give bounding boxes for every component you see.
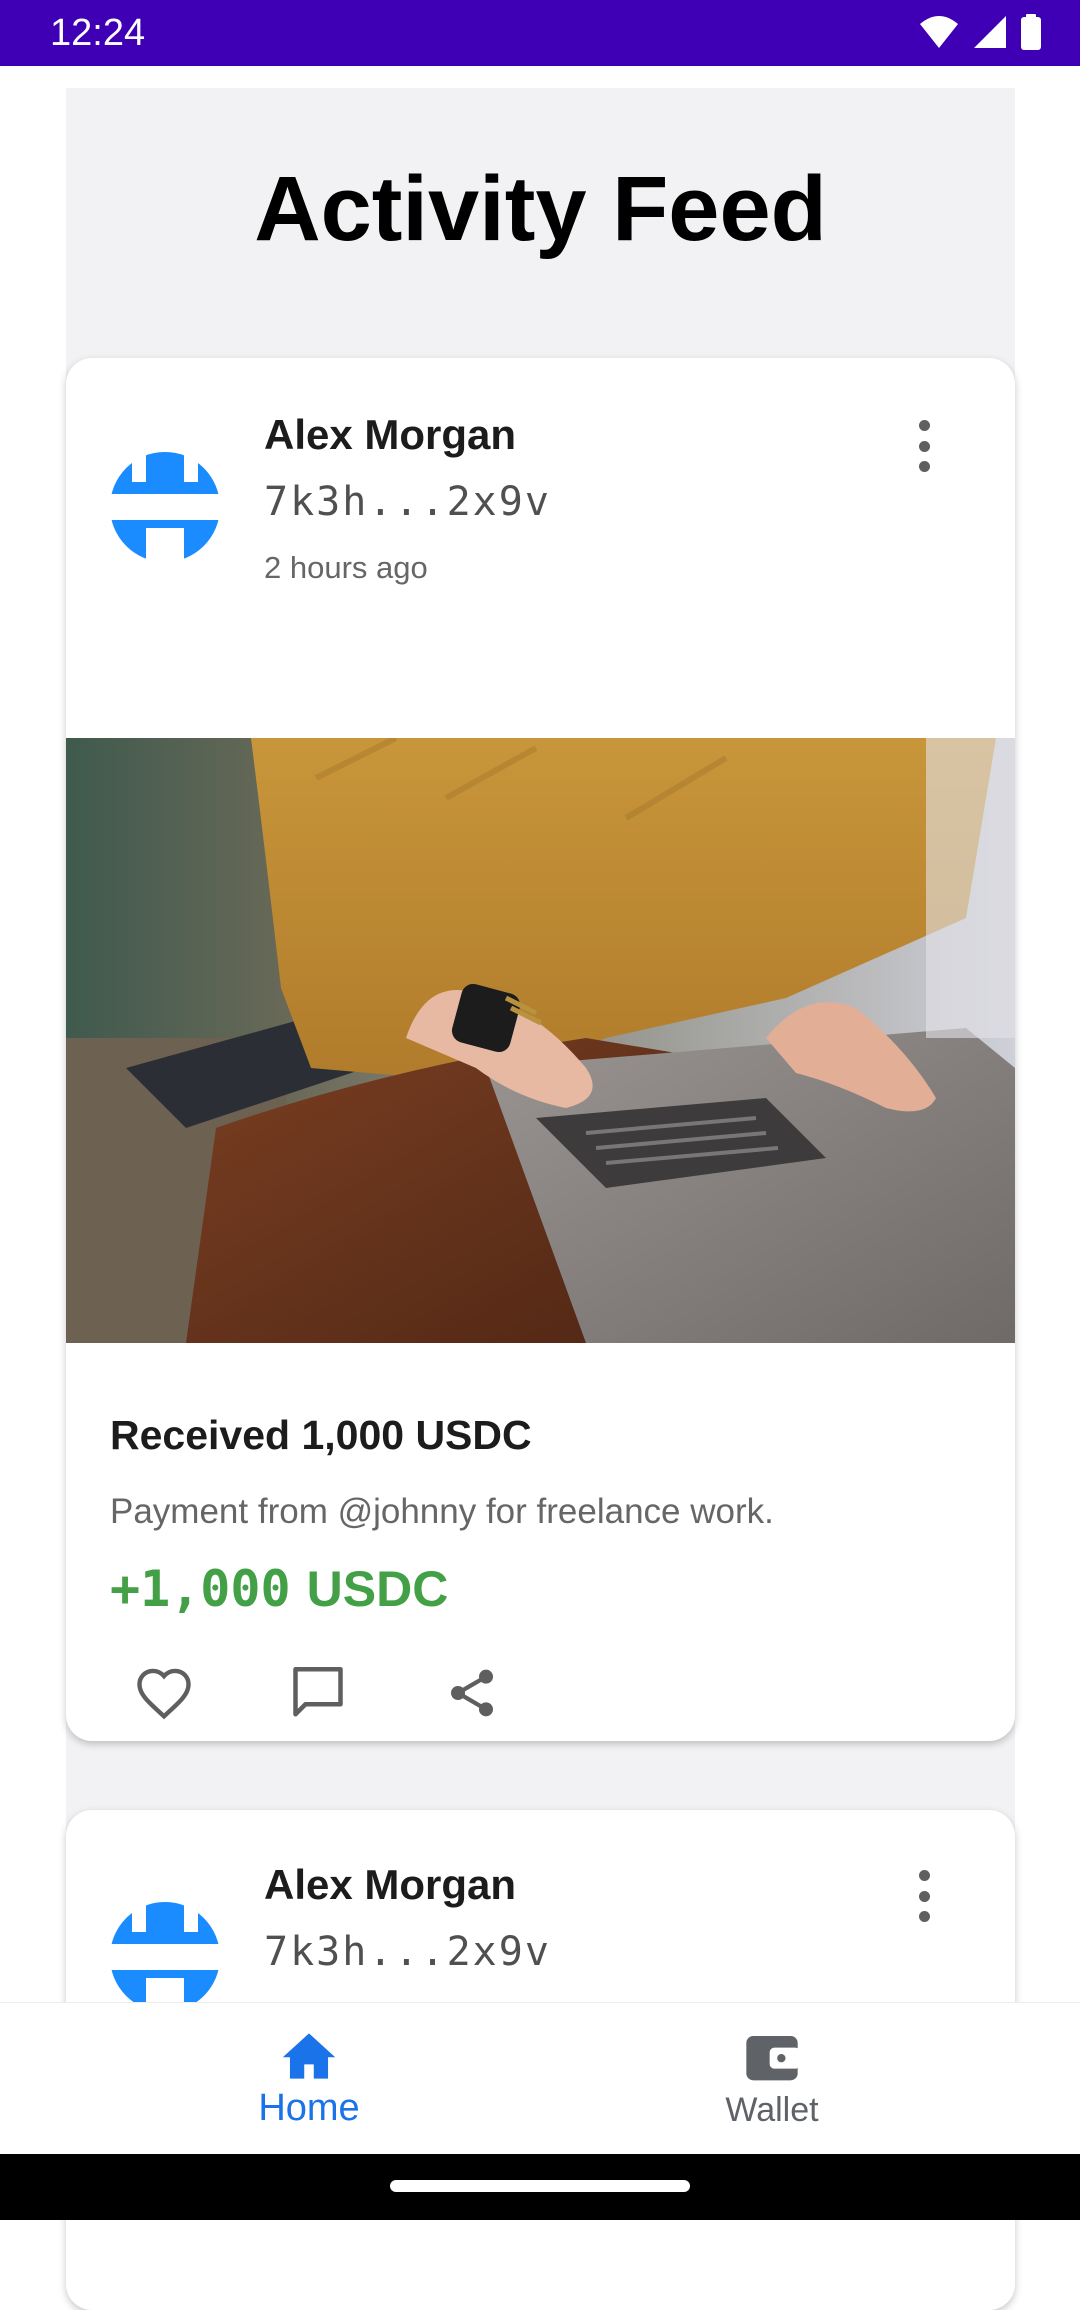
feed-area[interactable]: Activity Feed Alex Morgan 7k3h...2x9v 2 … bbox=[66, 88, 1015, 2310]
wallet-address: 7k3h...2x9v bbox=[264, 479, 551, 525]
nav-item-wallet[interactable]: Wallet bbox=[672, 2031, 872, 2131]
post-card[interactable]: Alex Morgan 7k3h...2x9v 2 hours ago Rece… bbox=[66, 358, 1015, 1741]
amount-unit: USDC bbox=[306, 1561, 449, 1617]
user-name[interactable]: Alex Morgan bbox=[264, 1860, 516, 1910]
cellular-signal-icon bbox=[974, 16, 1006, 48]
heart-icon bbox=[137, 1668, 191, 1720]
avatar[interactable] bbox=[110, 452, 220, 562]
system-navigation-bar bbox=[0, 2154, 1080, 2220]
comment-button[interactable] bbox=[273, 1648, 363, 1738]
more-options-button[interactable] bbox=[902, 416, 946, 476]
more-vert-icon bbox=[918, 420, 930, 431]
post-amount: +1,000 USDC bbox=[110, 1558, 448, 1620]
post-title: Received 1,000 USDC bbox=[110, 1412, 532, 1458]
battery-icon bbox=[1021, 14, 1041, 50]
more-vert-icon bbox=[918, 1870, 930, 1881]
nav-item-home[interactable]: Home bbox=[209, 2031, 409, 2129]
status-icons bbox=[918, 14, 1042, 50]
amount-value: +1,000 bbox=[110, 1560, 291, 1618]
home-icon bbox=[282, 2033, 336, 2079]
share-button[interactable] bbox=[427, 1648, 517, 1738]
wallet-icon bbox=[746, 2036, 800, 2081]
comment-icon bbox=[293, 1667, 343, 1717]
nav-label-wallet: Wallet bbox=[725, 2091, 819, 2129]
nav-label-home: Home bbox=[258, 2087, 360, 2129]
post-description: Payment from @johnny for freelance work. bbox=[110, 1492, 774, 1531]
post-timestamp: 2 hours ago bbox=[264, 550, 428, 585]
avatar[interactable] bbox=[110, 1902, 220, 2012]
page-title: Activity Feed bbox=[254, 158, 827, 260]
share-icon bbox=[451, 1669, 493, 1717]
bottom-navigation: Home Wallet bbox=[0, 2002, 1080, 2155]
post-image bbox=[66, 738, 1015, 1343]
like-button[interactable] bbox=[119, 1648, 209, 1738]
more-options-button[interactable] bbox=[902, 1866, 946, 1926]
status-time: 12:24 bbox=[50, 12, 146, 54]
wifi-icon bbox=[920, 16, 958, 48]
status-bar: 12:24 bbox=[0, 0, 1080, 66]
home-gesture-handle[interactable] bbox=[390, 2180, 690, 2192]
wallet-address: 7k3h...2x9v bbox=[264, 1929, 551, 1975]
user-name[interactable]: Alex Morgan bbox=[264, 410, 516, 460]
